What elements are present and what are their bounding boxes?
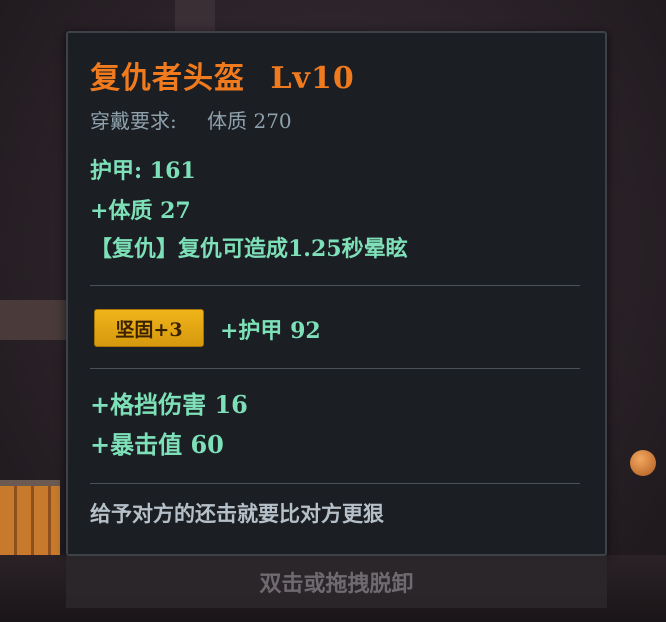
divider	[90, 285, 580, 286]
background-orb	[630, 450, 656, 476]
item-tooltip: 复仇者头盔 Lv10 穿戴要求: 体质 270 护甲: 161 +体质 27 【…	[66, 31, 607, 556]
divider	[90, 368, 580, 369]
flavor-text: 给予对方的还击就要比对方更狠	[90, 501, 384, 526]
unequip-hint[interactable]: 双击或拖拽脱卸	[66, 556, 607, 608]
item-title: 复仇者头盔 Lv10	[90, 53, 355, 97]
wear-requirement: 穿戴要求: 体质 270	[90, 105, 292, 134]
requirement-value: 体质 270	[207, 109, 292, 133]
gem-bonus: +护甲 92	[220, 318, 321, 344]
item-level: Lv10	[270, 61, 355, 96]
gem-badge: 坚固+3	[94, 309, 204, 347]
requirement-label: 穿戴要求:	[90, 109, 177, 133]
armor-stat: 护甲: 161	[90, 158, 196, 184]
extra-stat: +暴击值 60	[90, 430, 224, 459]
bonus-stat: +体质 27	[90, 198, 191, 224]
item-name: 复仇者头盔	[90, 61, 245, 96]
extra-stat: +格挡伤害 16	[90, 390, 248, 419]
background-wall	[0, 300, 66, 340]
effect-text: 【复仇】复仇可造成1.25秒晕眩	[90, 236, 408, 262]
divider	[90, 483, 580, 484]
